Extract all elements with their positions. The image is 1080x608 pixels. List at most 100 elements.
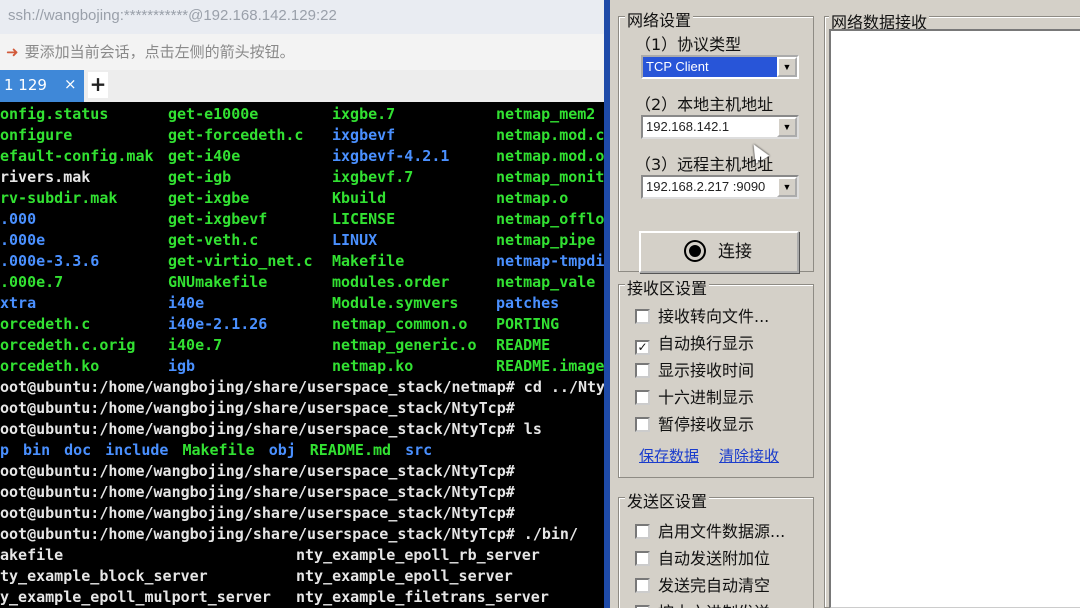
connect-status-icon — [686, 242, 704, 260]
chevron-down-icon[interactable]: ▼ — [777, 57, 797, 77]
receive-settings-group: 接收区设置 接收转向文件... ✓ 自动换行显示 显示接收时间十六进制显示 暂停接收显示… — [618, 275, 814, 478]
terminal-line: rv-subdir.mak get-ixgbe Kbuild netmap.o — [0, 188, 604, 209]
option-checkbox[interactable] — [635, 417, 650, 432]
connect-button[interactable]: 连接 — [639, 231, 799, 273]
terminal-line: oot@ubuntu:/home/wangbojing/share/usersp… — [0, 525, 578, 543]
file-entry: Makefile — [332, 252, 405, 270]
option-row[interactable]: 显示接收时间 — [635, 357, 754, 381]
tab-session[interactable]: 1 129 × — [0, 70, 84, 102]
option-checkbox[interactable] — [635, 390, 650, 405]
file-entry: rv-subdir.mak — [0, 189, 118, 207]
arrow-icon[interactable]: ➜ — [6, 43, 19, 61]
terminal-line: oot@ubuntu:/home/wangbojing/share/usersp… — [0, 504, 515, 522]
file-entry: README.md — [309, 441, 392, 459]
local-host-label: （2）本地主机地址 — [635, 95, 774, 114]
option-label: 自动换行显示 — [658, 334, 755, 353]
network-settings-group: 网络设置 （1）协议类型 TCP Client ▼ （2）本地主机地址 192.… — [618, 7, 814, 273]
file-entry: LICENSE — [332, 210, 396, 228]
file-entry: doc — [64, 441, 92, 459]
file-entry: src — [405, 441, 433, 459]
terminal-output[interactable]: onfig.status get-e1000e ixgbe.7 netmap_mem2… — [0, 104, 604, 608]
file-entry: netmap_pipe — [496, 231, 596, 249]
option-checkbox[interactable]: ✓ — [635, 340, 650, 355]
file-entry: GNUmakefile — [168, 273, 268, 291]
send-settings-group: 发送区设置 启用文件数据源... 自动发送附加位发送完自动清空按十六进制发送 — [618, 488, 814, 608]
option-label: 发送完自动清空 — [658, 576, 771, 595]
local-host-select[interactable]: 192.168.142.1 ▼ — [641, 115, 799, 139]
option-label: 显示接收时间 — [658, 361, 755, 380]
option-label: 自动发送附加位 — [658, 549, 771, 568]
session-hint-bar: ➜ 要添加当前会话，点击左侧的箭头按钮。 — [0, 34, 604, 70]
option-checkbox[interactable] — [635, 363, 650, 378]
file-entry: get-forcedeth.c — [168, 126, 304, 144]
chevron-down-icon[interactable]: ▼ — [777, 117, 797, 137]
terminal-line: onfig.status get-e1000e ixgbe.7 netmap_mem2 — [0, 104, 604, 125]
option-checkbox[interactable] — [635, 524, 650, 539]
file-entry: modules.order — [332, 273, 450, 291]
terminal-line: orcedeth.ko igb netmap.ko README.images — [0, 356, 604, 377]
option-row[interactable]: 自动发送附加位 — [635, 545, 770, 569]
session-hint-text: 要添加当前会话，点击左侧的箭头按钮。 — [24, 43, 295, 61]
file-entry: onfigure — [0, 126, 73, 144]
option-row[interactable]: ✓ 自动换行显示 — [635, 330, 754, 355]
terminal-line: .000e-3.3.6 get-virtio_net.c Makefile netma… — [0, 251, 604, 272]
terminal-line: efault-config.mak get-i40e ixgbevf-4.2.1 ne… — [0, 146, 604, 167]
file-entry: ixgbevf.7 — [332, 168, 414, 186]
file-entry: Module.symvers — [332, 294, 459, 312]
file-entry: nty_example_epoll_rb_server — [296, 546, 540, 564]
option-row[interactable]: 启用文件数据源... — [635, 518, 785, 542]
file-entry: rivers.mak — [0, 168, 91, 186]
terminal-line: y_example_epoll_mulport_server nty_exampl… — [0, 587, 604, 608]
option-row[interactable]: 十六进制显示 — [635, 384, 754, 408]
option-row[interactable]: 暂停接收显示 — [635, 411, 754, 435]
file-entry: .000 — [0, 210, 37, 228]
receive-textarea[interactable] — [829, 29, 1080, 608]
option-checkbox[interactable] — [635, 551, 650, 566]
file-entry: netmap_monitor — [496, 168, 604, 186]
receive-settings-title: 接收区设置 — [625, 275, 710, 299]
option-row[interactable]: 发送完自动清空 — [635, 572, 770, 596]
file-entry: i40e — [168, 294, 205, 312]
file-entry: bin — [23, 441, 51, 459]
clear-receive-link[interactable]: 清除接收 — [719, 445, 779, 466]
file-entry: include — [105, 441, 169, 459]
protocol-select[interactable]: TCP Client ▼ — [641, 55, 799, 79]
file-entry: get-veth.c — [168, 231, 259, 249]
file-entry: netmap_offload — [496, 210, 604, 228]
chevron-down-icon[interactable]: ▼ — [777, 177, 797, 197]
file-entry: patches — [496, 294, 560, 312]
local-host-value: 192.168.142.1 — [646, 119, 730, 134]
terminal-line: .000 get-ixgbevf LICENSE netmap_offload — [0, 209, 604, 230]
file-entry: orcedeth.c — [0, 315, 91, 333]
terminal-line: akefile nty_example_epoll_rb_server — [0, 545, 604, 566]
protocol-value: TCP Client — [646, 59, 709, 74]
close-icon[interactable]: × — [64, 75, 77, 93]
file-entry: nty_example_filetrans_server — [296, 588, 549, 606]
remote-host-select[interactable]: 192.168.2.217 :9090 ▼ — [641, 175, 799, 199]
file-entry: get-i40e — [168, 147, 241, 165]
file-entry: ty_example_block_server — [0, 567, 208, 585]
file-entry: orcedeth.c.orig — [0, 336, 136, 354]
option-checkbox[interactable] — [635, 578, 650, 593]
file-entry: p — [0, 441, 10, 459]
option-row[interactable]: 接收转向文件... — [635, 303, 769, 327]
connect-label: 连接 — [718, 242, 752, 262]
file-entry: akefile — [0, 546, 64, 564]
file-entry: LINUX — [332, 231, 378, 249]
network-settings-title: 网络设置 — [625, 7, 694, 31]
file-entry: y_example_epoll_mulport_server — [0, 588, 271, 606]
file-entry: nty_example_epoll_server — [296, 567, 513, 585]
option-label: 启用文件数据源... — [658, 522, 786, 541]
option-row[interactable]: 按十六进制发送 — [635, 599, 770, 608]
send-settings-title: 发送区设置 — [625, 488, 710, 512]
session-title: ssh://wangbojing:***********@192.168.142… — [0, 0, 604, 34]
option-checkbox[interactable] — [635, 309, 650, 324]
file-entry: netmap.mod.o — [496, 147, 604, 165]
file-entry: netmap.o — [496, 189, 569, 207]
new-tab-button[interactable]: + — [88, 72, 108, 98]
terminal-line: .000e get-veth.c LINUX netmap_pipe — [0, 230, 604, 251]
terminal-line: oot@ubuntu:/home/wangbojing/share/usersp… — [0, 483, 515, 501]
file-entry: README.images — [496, 357, 604, 375]
save-data-link[interactable]: 保存数据 — [639, 445, 699, 466]
file-entry: Makefile — [182, 441, 255, 459]
